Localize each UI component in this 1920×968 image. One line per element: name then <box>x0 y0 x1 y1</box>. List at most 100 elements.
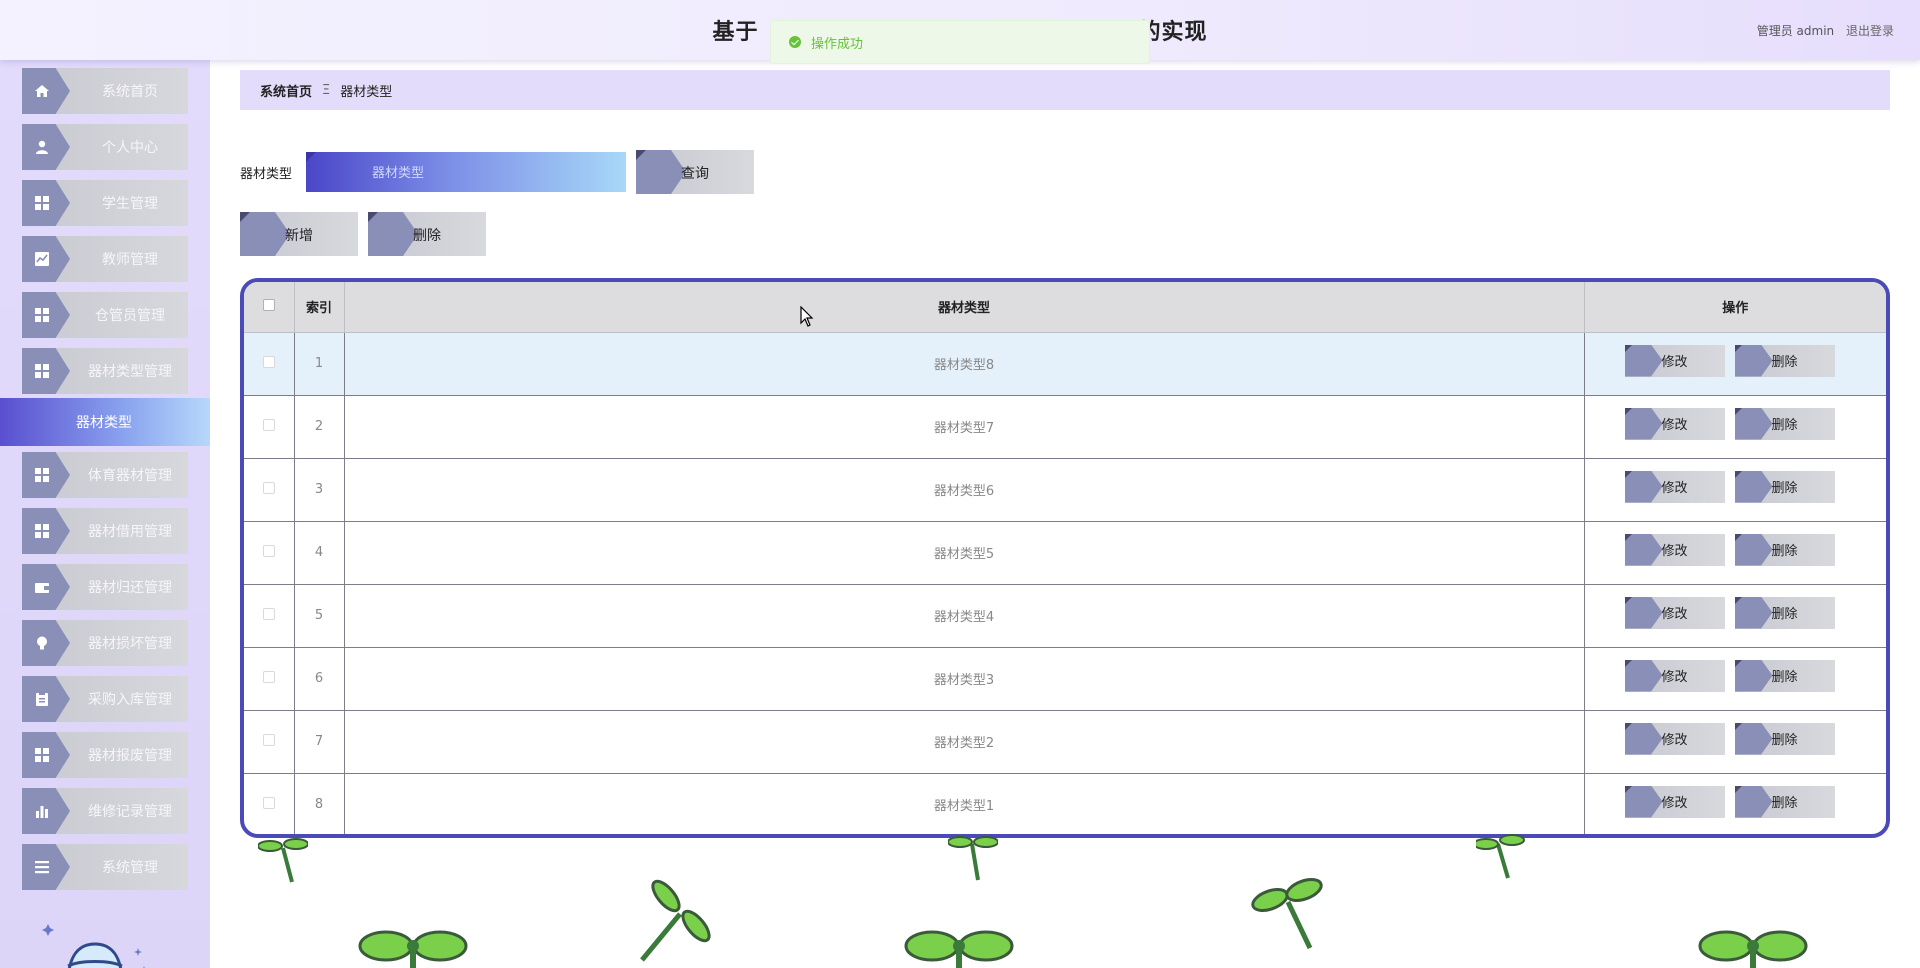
row-equipment-type: 器材类型6 <box>344 458 1585 522</box>
logout-link[interactable]: 退出登录 <box>1846 24 1894 38</box>
propeller-decoration <box>640 879 711 962</box>
edit-button[interactable]: 修改 <box>1624 596 1725 629</box>
list-icon <box>22 844 70 890</box>
sidebar-item-students[interactable]: 学生管理 <box>22 180 188 226</box>
column-header-ops: 操作 <box>1584 282 1886 333</box>
button-arrow-shape <box>1734 407 1773 440</box>
sidebar-item-purchase[interactable]: 采购入库管理 <box>22 676 188 722</box>
sidebar-item-profile[interactable]: 个人中心 <box>22 124 188 170</box>
row-index: 4 <box>294 521 345 585</box>
row-ops-cell: 修改 删除 <box>1584 647 1886 711</box>
row-checkbox[interactable] <box>262 670 275 683</box>
sidebar-item-home[interactable]: 系统首页 <box>22 68 188 114</box>
sidebar-item-label: 体育器材管理 <box>88 468 172 484</box>
row-index: 3 <box>294 458 345 522</box>
row-checkbox[interactable] <box>262 544 275 557</box>
sidebar-item-sports-equipment[interactable]: 体育器材管理 <box>22 452 188 498</box>
breadcrumb-home[interactable]: 系统首页 <box>260 81 312 100</box>
search-button[interactable]: 查询 <box>636 150 754 194</box>
button-arrow-shape <box>1734 470 1773 503</box>
sidebar-item-label: 学生管理 <box>102 196 158 212</box>
row-checkbox[interactable] <box>262 355 275 368</box>
avatar-illustration <box>42 924 145 968</box>
grid-icon <box>22 348 70 394</box>
table-row[interactable]: 4 器材类型5 修改 删除 <box>244 521 1886 585</box>
row-select-cell <box>244 458 295 522</box>
table-row[interactable]: 7 器材类型2 修改 删除 <box>244 710 1886 774</box>
row-index: 1 <box>294 332 345 396</box>
sidebar-item-return[interactable]: 器材归还管理 <box>22 564 188 610</box>
button-arrow-shape <box>1734 596 1773 629</box>
table-row[interactable]: 1 器材类型8 修改 删除 <box>244 332 1886 396</box>
grid-icon <box>22 452 70 498</box>
grid-icon <box>22 180 70 226</box>
current-user: 管理员 admin <box>1756 24 1835 38</box>
sidebar-item-label: 器材损坏管理 <box>88 636 172 652</box>
table-row[interactable]: 5 器材类型4 修改 删除 <box>244 584 1886 648</box>
row-select-cell <box>244 395 295 459</box>
button-arrow-shape <box>1624 722 1663 755</box>
button-arrow-shape <box>1624 596 1663 629</box>
propeller-decoration <box>1698 930 1808 968</box>
propeller-decoration <box>1251 878 1323 950</box>
sidebar-item-repair[interactable]: 维修记录管理 <box>22 788 188 834</box>
row-select-cell <box>244 773 295 834</box>
row-checkbox[interactable] <box>262 418 275 431</box>
row-equipment-type: 器材类型8 <box>344 332 1585 396</box>
row-checkbox[interactable] <box>262 481 275 494</box>
table-row[interactable]: 2 器材类型7 修改 删除 <box>244 395 1886 459</box>
edit-button-label: 修改 <box>1661 796 1688 811</box>
row-ops-cell: 修改 删除 <box>1584 521 1886 585</box>
row-select-cell <box>244 647 295 711</box>
sidebar-item-label: 器材报废管理 <box>88 748 172 764</box>
edit-button-label: 修改 <box>1661 355 1688 370</box>
toast-message: 操作成功 <box>811 36 864 52</box>
sidebar-item-teachers[interactable]: 教师管理 <box>22 236 188 282</box>
row-checkbox[interactable] <box>262 607 275 620</box>
sidebar-item-damage[interactable]: 器材损坏管理 <box>22 620 188 666</box>
row-checkbox[interactable] <box>262 796 275 809</box>
delete-button[interactable]: 删除 <box>1734 470 1835 503</box>
edit-button[interactable]: 修改 <box>1624 722 1725 755</box>
table-row[interactable]: 3 器材类型6 修改 删除 <box>244 458 1886 522</box>
button-arrow-shape <box>1624 407 1663 440</box>
button-arrow-shape <box>1734 785 1773 818</box>
select-all-checkbox[interactable] <box>262 298 275 311</box>
sidebar-item-equipment-type-mgmt[interactable]: 器材类型管理 <box>22 348 188 394</box>
sidebar-item-system[interactable]: 系统管理 <box>22 844 188 890</box>
delete-button[interactable]: 删除 <box>1734 407 1835 440</box>
add-button-label: 新增 <box>285 228 313 244</box>
edit-button[interactable]: 修改 <box>1624 785 1725 818</box>
sidebar-item-label: 器材类型管理 <box>88 364 172 380</box>
delete-button[interactable]: 删除 <box>1734 722 1835 755</box>
row-select-cell <box>244 710 295 774</box>
edit-button[interactable]: 修改 <box>1624 533 1725 566</box>
edit-button[interactable]: 修改 <box>1624 659 1725 692</box>
bulk-delete-button[interactable]: 删除 <box>368 212 486 256</box>
table-row[interactable]: 6 器材类型3 修改 删除 <box>244 647 1886 711</box>
delete-button[interactable]: 删除 <box>1734 533 1835 566</box>
grid-icon <box>22 292 70 338</box>
sidebar-item-scrap[interactable]: 器材报废管理 <box>22 732 188 778</box>
edit-button[interactable]: 修改 <box>1624 470 1725 503</box>
sidebar-item-label: 系统管理 <box>102 860 158 876</box>
wallet-icon <box>22 564 70 610</box>
row-checkbox[interactable] <box>262 733 275 746</box>
sidebar-item-warehouse-staff[interactable]: 仓管员管理 <box>22 292 188 338</box>
add-button[interactable]: 新增 <box>240 212 358 256</box>
delete-button[interactable]: 删除 <box>1734 659 1835 692</box>
propeller-decoration <box>948 836 998 881</box>
edit-button-label: 修改 <box>1661 544 1688 559</box>
sidebar-subitem-equipment-type[interactable]: 器材类型 <box>0 398 210 446</box>
delete-button[interactable]: 删除 <box>1734 785 1835 818</box>
delete-button[interactable]: 删除 <box>1734 344 1835 377</box>
delete-button[interactable]: 删除 <box>1734 596 1835 629</box>
row-equipment-type: 器材类型1 <box>344 773 1585 834</box>
search-input[interactable] <box>306 152 626 192</box>
table-row[interactable]: 8 器材类型1 修改 删除 <box>244 773 1886 834</box>
sidebar-item-borrow[interactable]: 器材借用管理 <box>22 508 188 554</box>
row-index: 2 <box>294 395 345 459</box>
edit-button[interactable]: 修改 <box>1624 407 1725 440</box>
edit-button[interactable]: 修改 <box>1624 344 1725 377</box>
breadcrumb-separator: Ξ <box>322 82 331 98</box>
